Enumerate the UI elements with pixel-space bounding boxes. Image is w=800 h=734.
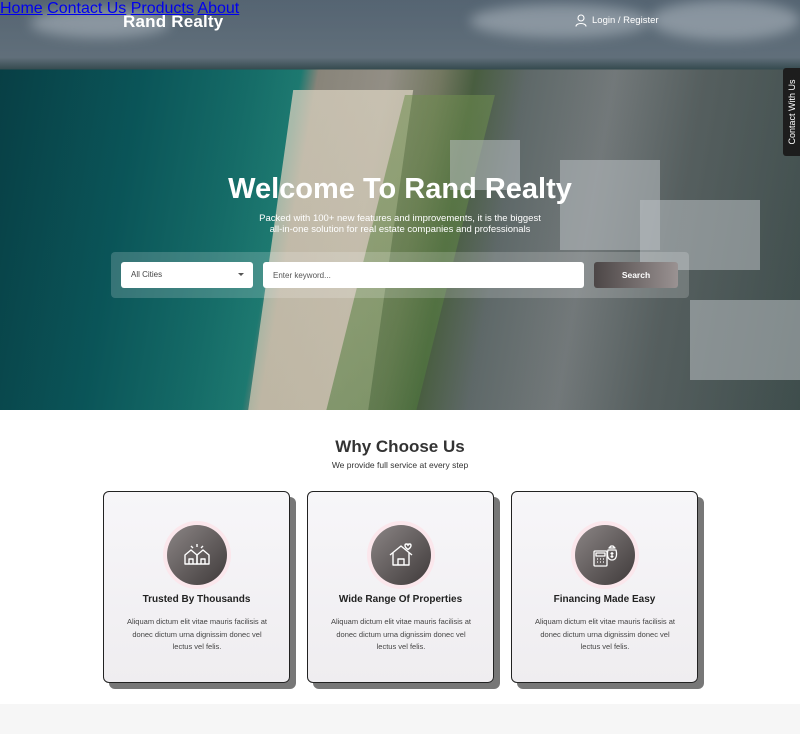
city-select[interactable]: All Cities <box>121 262 253 288</box>
hero-subtitle-line: Packed with 100+ new features and improv… <box>259 213 541 224</box>
feature-card-title: Trusted By Thousands <box>142 594 251 605</box>
nav-contact-us[interactable]: Contact Us <box>47 0 126 17</box>
search-button[interactable]: Search <box>594 262 678 288</box>
hero-subtitle-line: all-in-one solution for real estate comp… <box>269 224 531 235</box>
feature-card-text: Aliquam dictum elit vitae mauris facilis… <box>534 617 676 651</box>
login-register-link[interactable]: Login / Register <box>575 14 659 27</box>
feature-card: Financing Made Easy Aliquam dictum elit … <box>511 491 698 683</box>
user-icon <box>575 14 587 27</box>
feature-card-text: Aliquam dictum elit vitae mauris facilis… <box>330 617 472 651</box>
hero-subtitle: Packed with 100+ new features and improv… <box>250 213 550 235</box>
brand-logo[interactable]: Rand Realty <box>123 12 223 32</box>
icon-circle <box>166 525 227 585</box>
community-houses-icon <box>183 544 210 565</box>
hero-title: Welcome To Rand Realty <box>228 173 572 205</box>
city-select-value: All Cities <box>131 270 163 279</box>
login-register-label: Login / Register <box>592 15 659 26</box>
contact-side-tab[interactable]: Contact With Us <box>783 68 800 156</box>
feature-card: Wide Range Of Properties Aliquam dictum … <box>307 491 494 683</box>
main-nav: Home Contact Us Products About <box>0 0 800 18</box>
chevron-down-icon <box>238 273 244 276</box>
contact-side-tab-label: Contact With Us <box>786 79 797 145</box>
feature-card-title: Wide Range Of Properties <box>338 594 463 605</box>
feature-card: Trusted By Thousands Aliquam dictum elit… <box>103 491 290 683</box>
hero-building <box>690 300 800 380</box>
top-nav-bar: Rand Realty Home Contact Us Products Abo… <box>0 0 800 46</box>
section-title: Why Choose Us <box>335 437 465 456</box>
next-section-strip <box>0 704 800 734</box>
feature-card-text: Aliquam dictum elit vitae mauris facilis… <box>126 617 268 651</box>
keyword-input[interactable] <box>263 262 584 288</box>
icon-circle <box>574 525 635 585</box>
icon-circle <box>370 525 431 585</box>
house-heart-icon <box>389 543 412 566</box>
feature-card-title: Financing Made Easy <box>553 594 656 605</box>
section-subtitle: We provide full service at every step <box>331 460 469 470</box>
money-calculator-icon <box>592 545 617 567</box>
hero-section: Rand Realty Home Contact Us Products Abo… <box>0 0 800 410</box>
nav-home[interactable]: Home <box>0 0 43 17</box>
